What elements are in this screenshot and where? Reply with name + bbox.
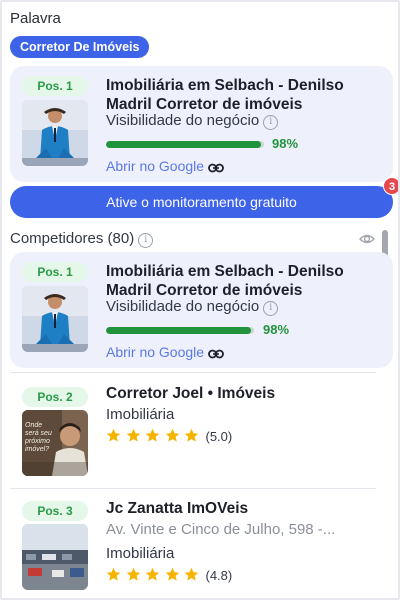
business-photo: Onde será seu próximo imóvel?	[22, 410, 88, 476]
visibility-label: Visibilidade do negócio	[106, 112, 260, 129]
open-google-label: Abrir no Google	[106, 158, 205, 174]
open-google-link[interactable]: Abrir no Google	[106, 158, 224, 176]
star-full-icon	[145, 567, 160, 581]
star-full-icon	[145, 428, 160, 442]
activate-monitoring-button[interactable]: Ative o monitoramento gratuito	[10, 186, 393, 218]
star-full-icon	[126, 428, 140, 442]
star-icons	[106, 567, 204, 584]
business-name: Imobiliária em Selbach - Denilso Madril …	[106, 76, 386, 114]
link-icon	[208, 346, 224, 362]
visibility-progress-bar	[106, 141, 264, 148]
business-name: Imobiliária em Selbach - Denilso Madril …	[106, 262, 386, 300]
star-full-icon	[184, 567, 199, 581]
visibility-percentage: 98%	[263, 322, 290, 337]
link-icon	[208, 160, 224, 176]
visibility-percentage: 98%	[272, 136, 299, 151]
business-photo	[22, 286, 88, 352]
business-name: Corretor Joel • Imóveis	[106, 385, 276, 402]
star-full-icon	[165, 428, 179, 442]
notification-badge: 3	[383, 177, 398, 195]
eye-icon[interactable]	[359, 232, 375, 250]
business-photo	[22, 524, 88, 590]
visibility-progress-bar	[106, 327, 254, 334]
info-icon[interactable]: i	[263, 301, 279, 316]
keyword-chip[interactable]: Corretor De Imóveis	[10, 36, 150, 58]
business-photo	[22, 100, 88, 166]
rating-value: (4.8)	[205, 568, 233, 583]
competitors-header: Competidores (80) i	[10, 230, 154, 248]
business-category: Imobiliária	[106, 545, 175, 562]
visibility-progress-fill	[106, 327, 252, 334]
keyword-section-label: Palavra	[10, 10, 61, 27]
position-badge: Pos. 1	[22, 262, 88, 282]
app-frame: Palavra Corretor De Imóveis Pos. 1 Imobi…	[0, 0, 400, 600]
business-name-line1: Imobiliária em Selbach - Denilso	[106, 77, 344, 94]
business-category: Imobiliária	[106, 406, 175, 423]
business-name-line1: Imobiliária em Selbach - Denilso	[106, 263, 344, 280]
business-name: Jc Zanatta ImOVeis	[106, 500, 249, 517]
divider	[10, 488, 376, 489]
position-badge: Pos. 1	[22, 76, 88, 96]
rating-stars: (5.0)	[106, 428, 232, 446]
competitor-card-1[interactable]: Pos. 1 Imobiliária em Selbach - Denilso …	[10, 252, 393, 368]
rating-stars: (4.8)	[106, 567, 232, 585]
star-full-icon	[106, 428, 121, 442]
position-badge: Pos. 3	[22, 501, 88, 521]
open-google-label: Abrir no Google	[106, 344, 205, 360]
visibility-row: Visibilidade do negócio i	[106, 298, 279, 316]
rating-value: (5.0)	[205, 429, 233, 444]
star-full-icon	[106, 567, 121, 581]
star-full-icon	[184, 428, 199, 442]
position-badge: Pos. 2	[22, 387, 88, 407]
visibility-progress-fill	[106, 141, 261, 148]
star-full-icon	[165, 567, 179, 581]
info-icon[interactable]: i	[263, 115, 279, 130]
thumbnail-caption: Onde será seu próximo imóvel?	[25, 422, 52, 453]
main-business-card[interactable]: Pos. 1 Imobiliária em Selbach - Denilso …	[10, 66, 393, 182]
info-icon[interactable]: i	[138, 233, 154, 248]
open-google-link[interactable]: Abrir no Google	[106, 344, 224, 362]
star-full-icon	[126, 567, 140, 581]
business-address: Av. Vinte e Cinco de Julho, 598 -...	[106, 521, 336, 538]
visibility-row: Visibilidade do negócio i	[106, 112, 279, 130]
star-icons	[106, 428, 204, 445]
divider	[10, 372, 376, 373]
visibility-label: Visibilidade do negócio	[106, 298, 260, 315]
competitors-title: Competidores (80)	[10, 230, 135, 247]
